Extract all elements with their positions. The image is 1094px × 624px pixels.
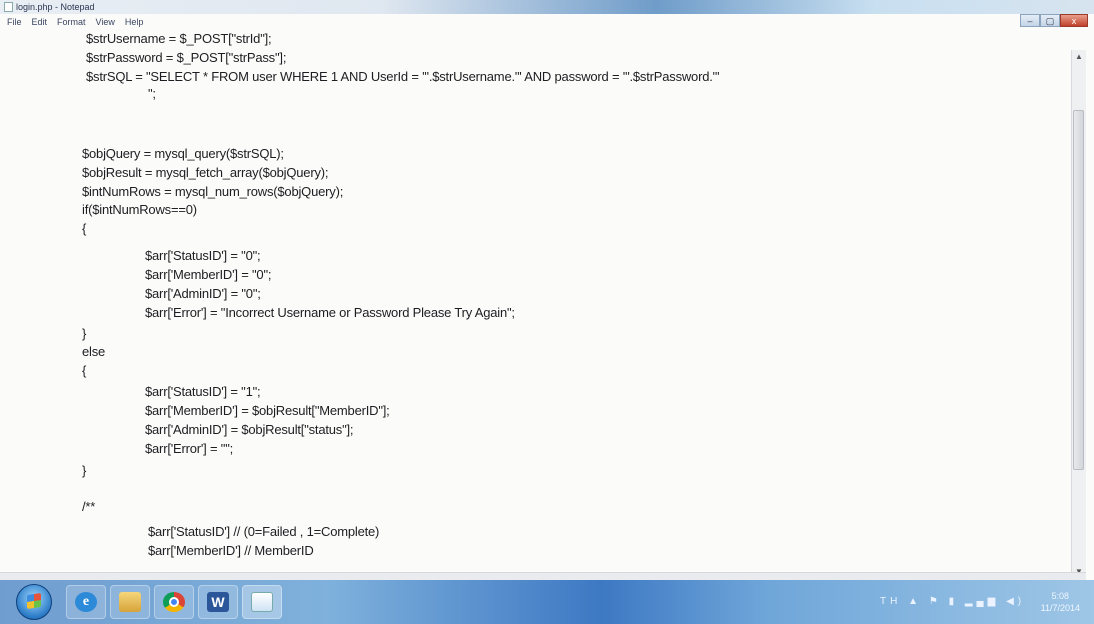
signal-icon[interactable]: ▂▄▆ [965, 596, 999, 607]
chrome-icon [163, 592, 185, 612]
code-line: $arr['AdminID'] = $objResult["status"]; [145, 422, 354, 437]
volume-icon[interactable]: ◀) [1006, 596, 1025, 607]
maximize-button[interactable]: ▢ [1040, 14, 1060, 27]
show-hidden-icon[interactable]: ▲ [908, 596, 922, 607]
clock[interactable]: 5:08 11/7/2014 [1041, 590, 1080, 614]
code-line: { [82, 363, 87, 378]
taskbar: e W TH ▲ ⚑ ▮ ▂▄▆ ◀) 5:08 11/7/2014 [0, 580, 1094, 624]
code-line: $arr['AdminID'] = "0"; [145, 286, 261, 301]
menu-edit[interactable]: Edit [27, 14, 53, 30]
code-line: $objQuery = mysql_query($strSQL); [82, 146, 284, 161]
minimize-button[interactable]: – [1020, 14, 1040, 27]
code-line: $arr['MemberID'] = "0"; [145, 267, 272, 282]
network-icon[interactable]: ▮ [949, 596, 959, 607]
taskbar-ie[interactable]: e [66, 585, 106, 619]
start-button[interactable] [16, 584, 52, 620]
code-line: $arr['MemberID'] // MemberID [148, 543, 314, 558]
code-line: } [82, 326, 87, 341]
notepad-icon [251, 592, 273, 612]
scrollbar-thumb[interactable] [1073, 110, 1084, 470]
word-icon: W [207, 592, 229, 612]
ie-icon: e [75, 592, 97, 612]
code-line: "; [148, 86, 156, 101]
code-line: if($intNumRows==0) [82, 202, 197, 217]
code-line: else [82, 344, 106, 359]
clock-date: 11/7/2014 [1040, 603, 1080, 613]
language-indicator[interactable]: TH [880, 596, 901, 607]
code-line: { [82, 221, 87, 236]
notepad-icon [4, 2, 13, 12]
flag-icon[interactable]: ⚑ [929, 596, 942, 607]
code-line: $arr['StatusID'] = "0"; [145, 248, 261, 263]
code-line: $arr['Error'] = ""; [145, 441, 234, 456]
taskbar-notepad[interactable] [242, 585, 282, 619]
tray-icons[interactable]: TH ▲ ⚑ ▮ ▂▄▆ ◀) [880, 596, 1025, 607]
clock-time: 5:08 [1051, 591, 1070, 601]
code-line: $strPassword = $_POST["strPass"]; [86, 50, 287, 65]
menu-format[interactable]: Format [52, 14, 91, 30]
code-line: $objResult = mysql_fetch_array($objQuery… [82, 165, 329, 180]
taskbar-word[interactable]: W [198, 585, 238, 619]
taskbar-explorer[interactable] [110, 585, 150, 619]
notepad-window: login.php - Notepad – ▢ x File Edit Form… [0, 0, 1094, 581]
title-bar[interactable]: login.php - Notepad [0, 0, 1094, 14]
menu-view[interactable]: View [91, 14, 120, 30]
text-editor[interactable]: $strUsername = $_POST["strId"]; $strPass… [0, 30, 1072, 572]
windows-logo-icon [27, 593, 41, 609]
taskbar-chrome[interactable] [154, 585, 194, 619]
vertical-scrollbar[interactable]: ▲ ▼ [1071, 50, 1086, 578]
code-line: $arr['StatusID'] // (0=Failed , 1=Comple… [148, 524, 380, 539]
window-title: login.php - Notepad [16, 2, 95, 12]
code-line: $intNumRows = mysql_num_rows($objQuery); [82, 184, 344, 199]
code-line: $strUsername = $_POST["strId"]; [86, 31, 272, 46]
code-line: } [82, 463, 87, 478]
menu-file[interactable]: File [2, 14, 27, 30]
folder-icon [119, 592, 141, 612]
code-line: $arr['MemberID'] = $objResult["MemberID"… [145, 403, 390, 418]
system-tray: TH ▲ ⚑ ▮ ▂▄▆ ◀) 5:08 11/7/2014 [880, 588, 1080, 618]
code-line: /** [82, 499, 96, 514]
code-line: $arr['Error'] = "Incorrect Username or P… [145, 305, 515, 320]
menu-help[interactable]: Help [120, 14, 149, 30]
code-line: $arr['StatusID'] = "1"; [145, 384, 261, 399]
menu-bar: File Edit Format View Help [0, 14, 148, 30]
window-controls: – ▢ x [1020, 14, 1088, 27]
close-button[interactable]: x [1060, 14, 1088, 27]
scroll-up-icon[interactable]: ▲ [1075, 52, 1083, 61]
code-line: $strSQL = "SELECT * FROM user WHERE 1 AN… [86, 69, 720, 84]
